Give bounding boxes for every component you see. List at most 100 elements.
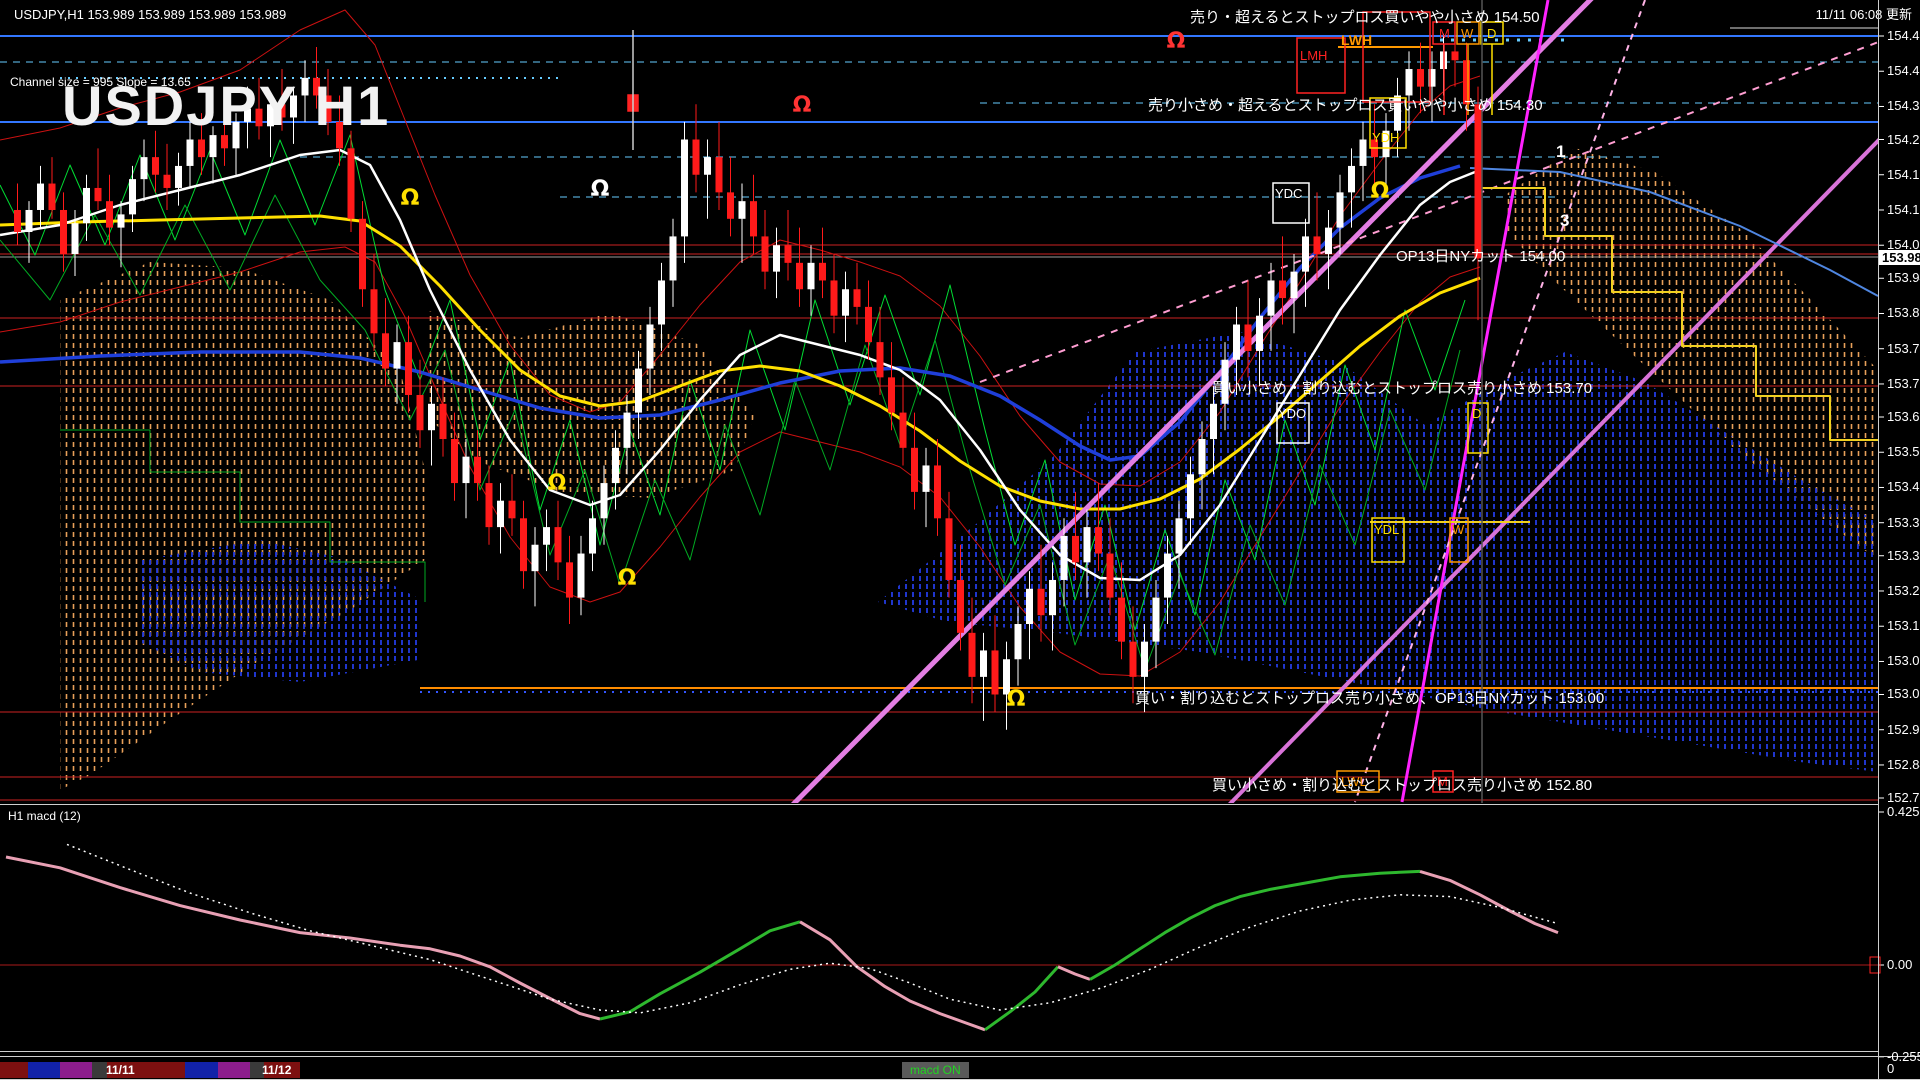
price-axis-label: 153.315: [1887, 549, 1920, 562]
price-axis-label: 153.550: [1887, 445, 1920, 458]
chart-canvas[interactable]: LMHMWDYDHYDCYDODYDLWLWLM ΩΩΩΩΩΩΩΩ: [0, 0, 1920, 1080]
timeline-segment: [28, 1062, 60, 1078]
candle-body: [1325, 228, 1332, 254]
macd-line-segment: [985, 967, 1058, 1030]
candle-body: [624, 413, 631, 448]
candle-body: [371, 289, 378, 333]
candle-body: [911, 448, 918, 492]
candle-body: [1153, 598, 1160, 642]
candle-body: [1256, 316, 1263, 351]
candle-body: [1095, 527, 1102, 553]
price-axis-label: 154.180: [1887, 168, 1920, 181]
candle-body: [1118, 598, 1125, 642]
note-annotation: OP13日NYカット 154.00: [1396, 249, 1565, 264]
candle-body: [992, 650, 999, 694]
macd-bottom-border-1: [0, 1051, 1878, 1052]
note-annotation: 買い小さめ・割り込むとストップロス売り小さめ 153.70: [1212, 381, 1592, 396]
candle-body: [106, 201, 113, 227]
candle-body: [1084, 527, 1091, 562]
candle-body: [566, 562, 573, 597]
macd-line-segment: [1058, 967, 1090, 980]
candle-body: [14, 210, 21, 232]
pattern-box-label: YDC: [1275, 186, 1302, 201]
candle-body: [83, 188, 90, 223]
candle-body: [555, 527, 562, 562]
candle-body: [1199, 439, 1206, 474]
candle-body: [808, 263, 815, 289]
candle-body: [359, 219, 366, 289]
candle-body: [1268, 280, 1275, 315]
candle-body: [578, 554, 585, 598]
macd-line-segment: [1420, 871, 1558, 932]
candle-body: [1337, 192, 1344, 227]
candle-body: [969, 633, 976, 677]
candle-body: [670, 236, 677, 280]
candle-body: [486, 483, 493, 527]
candle-body: [532, 545, 539, 571]
price-axis-label: 154.260: [1887, 133, 1920, 146]
candle-body: [1176, 518, 1183, 553]
candle-body: [773, 245, 780, 271]
macd-line-segment: [800, 922, 985, 1030]
pattern-box-label: W: [1452, 522, 1465, 537]
candle-body: [1187, 474, 1194, 518]
macd-axis-label: 0.00: [1887, 958, 1912, 971]
timeline-date: 11/12: [262, 1064, 291, 1076]
candle-body: [520, 518, 527, 571]
candle-body: [221, 135, 228, 148]
pattern-box-label: LMH: [1300, 48, 1327, 63]
omega-marker: Ω: [1371, 179, 1390, 204]
price-axis-label: 153.945: [1887, 271, 1920, 284]
macd-line-segment: [6, 857, 600, 1019]
price-axis-label: 154.335: [1887, 99, 1920, 112]
candle-body: [704, 157, 711, 175]
price-axis-label: 152.765: [1887, 791, 1920, 804]
macd-line-segment: [600, 922, 800, 1019]
candle-body: [1210, 404, 1217, 439]
candle-body: [72, 223, 79, 254]
candle-body: [635, 369, 642, 413]
main-macd-separator[interactable]: [0, 804, 1878, 805]
candle-body: [750, 201, 757, 236]
candle-body: [647, 325, 654, 369]
candle-body: [417, 395, 424, 430]
candle-body: [727, 192, 734, 218]
candle-body: [946, 518, 953, 580]
candle-body: [37, 184, 44, 210]
update-timestamp: 11/11 06:08 更新: [1816, 8, 1912, 21]
candle-body: [693, 140, 700, 175]
price-axis-label: 153.705: [1887, 377, 1920, 390]
candle-body: [474, 457, 481, 483]
candle-body: [463, 457, 470, 483]
price-axis-label: 153.470: [1887, 480, 1920, 493]
candle-body: [1245, 325, 1252, 351]
candle-body: [1233, 325, 1240, 360]
candle-body: [405, 342, 412, 395]
candle-body: [509, 501, 516, 519]
candle-body: [428, 404, 435, 430]
candle-body: [762, 236, 769, 271]
candle-body: [796, 263, 803, 289]
pattern-box-label: D: [1487, 26, 1496, 41]
candle-body: [957, 580, 964, 633]
candle-body: [1406, 69, 1413, 95]
timeline-date: 11/11: [106, 1064, 135, 1076]
candle-body: [923, 465, 930, 491]
current-price-badge: 153.989: [1879, 250, 1920, 265]
candle-body: [739, 201, 746, 219]
macd-on-button[interactable]: macd ON: [902, 1062, 969, 1078]
omega-marker: Ω: [591, 177, 610, 202]
candle-body: [451, 439, 458, 483]
chart-window: LMHMWDYDHYDCYDODYDLWLWLM ΩΩΩΩΩΩΩΩ USDJPY…: [0, 0, 1920, 1080]
symbol-ohlc-line: USDJPY,H1 153.989 153.989 153.989 153.98…: [14, 8, 286, 21]
candle-body: [1279, 280, 1286, 298]
price-axis-label: 152.920: [1887, 723, 1920, 736]
candle-body: [865, 307, 872, 342]
candle-body: [854, 289, 861, 307]
pattern-box-label: YDO: [1278, 406, 1306, 421]
pattern-box-label: W: [1461, 26, 1474, 41]
candle-body: [831, 280, 838, 315]
pattern-box: [1297, 38, 1345, 93]
candle-body: [900, 413, 907, 448]
price-axis-label: 153.075: [1887, 654, 1920, 667]
